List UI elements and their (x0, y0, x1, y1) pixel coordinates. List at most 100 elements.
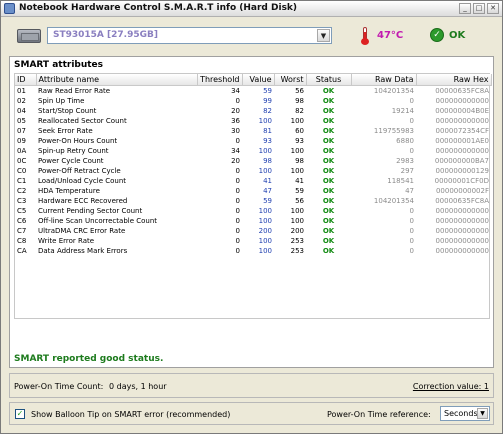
cell-raw-data: 297 (400, 166, 414, 175)
cell-threshold: 0 (235, 166, 240, 175)
column-header-worst[interactable]: Worst (274, 74, 307, 86)
cell-threshold: 0 (235, 176, 240, 185)
window-title: Notebook Hardware Control S.M.A.R.T info… (19, 3, 298, 13)
table-row[interactable]: C6 Off-line Scan Uncorrectable Count 0 100 1… (15, 216, 491, 226)
reference-label: Power-On Time reference: (327, 410, 431, 419)
cell-id: 05 (17, 116, 26, 125)
cell-id: C7 (17, 226, 27, 235)
column-header-id[interactable]: ID (15, 74, 37, 86)
cell-threshold: 0 (235, 186, 240, 195)
chevron-down-icon[interactable]: ▼ (477, 408, 488, 419)
cell-status: OK (322, 116, 335, 125)
cell-raw-hex: 0000072354CF (435, 126, 489, 135)
cell-worst: 98 (295, 96, 304, 105)
column-header-attribute-name[interactable]: Attribute name (36, 74, 198, 86)
table-row[interactable]: C5 Current Pending Sector Count 0 100 100 OK 0… (15, 206, 491, 216)
cell-threshold: 36 (231, 116, 240, 125)
cell-raw-data: 0 (409, 146, 414, 155)
cell-value: 200 (258, 226, 272, 235)
close-button[interactable]: ✕ (487, 3, 499, 14)
cell-worst: 82 (295, 106, 304, 115)
table-row[interactable]: 04 Start/Stop Count 20 82 82 OK 19214 000000004… (15, 106, 491, 116)
smart-attributes-title: SMART attributes (14, 60, 104, 70)
column-header-value[interactable]: Value (242, 74, 275, 86)
cell-status: OK (322, 156, 335, 165)
balloon-tip-checkbox[interactable]: ✓ (15, 409, 25, 419)
cell-status: OK (322, 106, 335, 115)
table-row[interactable]: 0C Power Cycle Count 20 98 98 OK 2983 000000000… (15, 156, 491, 166)
cell-status: OK (322, 216, 335, 225)
cell-raw-hex: 000000000000 (435, 246, 489, 255)
table-row[interactable]: C7 UltraDMA CRC Error Rate 0 200 200 OK 0 00000… (15, 226, 491, 236)
cell-worst: 56 (295, 86, 304, 95)
cell-value: 81 (263, 126, 272, 135)
cell-attribute-name: Off-line Scan Uncorrectable Count (38, 216, 158, 225)
cell-raw-data: 0 (409, 226, 414, 235)
smart-table-container[interactable]: ID Attribute name Threshold Value Worst Statu… (14, 73, 492, 319)
cell-raw-data: 0 (409, 236, 414, 245)
cell-id: C6 (17, 216, 27, 225)
table-row[interactable]: 01 Raw Read Error Rate 34 59 56 OK 104201354 00… (15, 85, 491, 96)
table-row[interactable]: 02 Spin Up Time 0 99 98 OK 0 000000000000 (15, 96, 491, 106)
cell-value: 41 (263, 176, 272, 185)
cell-raw-data: 0 (409, 216, 414, 225)
cell-id: 07 (17, 126, 26, 135)
cell-status: OK (322, 136, 335, 145)
cell-attribute-name: Current Pending Sector Count (38, 206, 143, 215)
column-header-raw-hex[interactable]: Raw Hex (416, 74, 492, 86)
cell-raw-hex: 000000001AE0 (435, 136, 489, 145)
column-header-raw-data[interactable]: Raw Data (351, 74, 417, 86)
table-row[interactable]: C0 Power-Off Retract Cycle 0 100 100 OK 297 000… (15, 166, 491, 176)
cell-worst: 100 (290, 216, 304, 225)
correction-value-link[interactable]: Correction value: 1 (413, 382, 489, 391)
drive-dropdown[interactable]: ST93015A [27.95GB] ▼ (47, 27, 332, 44)
cell-threshold: 20 (231, 156, 240, 165)
cell-attribute-name: Start/Stop Count (38, 106, 97, 115)
cell-raw-data: 104201354 (373, 86, 414, 95)
cell-status: OK (322, 206, 335, 215)
minimize-button[interactable]: _ (459, 3, 471, 14)
cell-worst: 253 (290, 236, 304, 245)
chevron-down-icon[interactable]: ▼ (317, 29, 330, 42)
title-bar[interactable]: Notebook Hardware Control S.M.A.R.T info… (1, 1, 502, 17)
smart-table: ID Attribute name Threshold Value Worst Statu… (15, 74, 492, 256)
table-row[interactable]: C2 HDA Temperature 0 47 59 OK 47 00000000002F (15, 186, 491, 196)
table-body: 01 Raw Read Error Rate 34 59 56 OK 104201354 00… (15, 85, 491, 256)
cell-status: OK (322, 236, 335, 245)
cell-attribute-name: Hardware ECC Recovered (38, 196, 128, 205)
column-header-status[interactable]: Status (306, 74, 352, 86)
cell-worst: 59 (295, 186, 304, 195)
cell-threshold: 0 (235, 136, 240, 145)
table-row[interactable]: 07 Seek Error Rate 30 81 60 OK 119755983 000007… (15, 126, 491, 136)
table-row[interactable]: 05 Reallocated Sector Count 36 100 100 OK 0 000… (15, 116, 491, 126)
cell-value: 100 (258, 166, 272, 175)
cell-threshold: 34 (231, 146, 240, 155)
table-row[interactable]: 0A Spin-up Retry Count 34 100 100 OK 0 00000000… (15, 146, 491, 156)
cell-threshold: 0 (235, 236, 240, 245)
cell-raw-data: 119755983 (373, 126, 414, 135)
cell-threshold: 30 (231, 126, 240, 135)
table-row[interactable]: CA Data Address Mark Errors 0 100 253 OK 0 0000… (15, 246, 491, 256)
cell-raw-data: 0 (409, 116, 414, 125)
cell-worst: 200 (290, 226, 304, 235)
table-row[interactable]: 09 Power-On Hours Count 0 93 93 OK 6880 0000000… (15, 136, 491, 146)
cell-threshold: 34 (231, 86, 240, 95)
reference-dropdown[interactable]: Seconds ▼ (440, 406, 490, 421)
table-row[interactable]: C8 Write Error Rate 0 100 253 OK 0 000000000000 (15, 236, 491, 246)
temperature-readout: 47°C (377, 30, 404, 41)
cell-id: C3 (17, 196, 27, 205)
table-row[interactable]: C1 Load/Unload Cycle Count 0 41 41 OK 118541 00… (15, 176, 491, 186)
table-row[interactable]: C3 Hardware ECC Recovered 0 59 56 OK 104201354… (15, 196, 491, 206)
cell-attribute-name: Reallocated Sector Count (38, 116, 127, 125)
power-on-value: 0 days, 1 hour (109, 382, 167, 391)
cell-value: 98 (263, 156, 272, 165)
cell-status: OK (322, 176, 335, 185)
balloon-tip-label[interactable]: Show Balloon Tip on SMART error (recomme… (31, 410, 230, 419)
cell-raw-hex: 00000001CF0D (434, 176, 489, 185)
column-header-threshold[interactable]: Threshold (197, 74, 243, 86)
cell-value: 100 (258, 206, 272, 215)
cell-value: 100 (258, 146, 272, 155)
cell-attribute-name: UltraDMA CRC Error Rate (38, 226, 126, 235)
maximize-button[interactable]: □ (473, 3, 485, 14)
cell-raw-hex: 00000000002F (435, 186, 489, 195)
